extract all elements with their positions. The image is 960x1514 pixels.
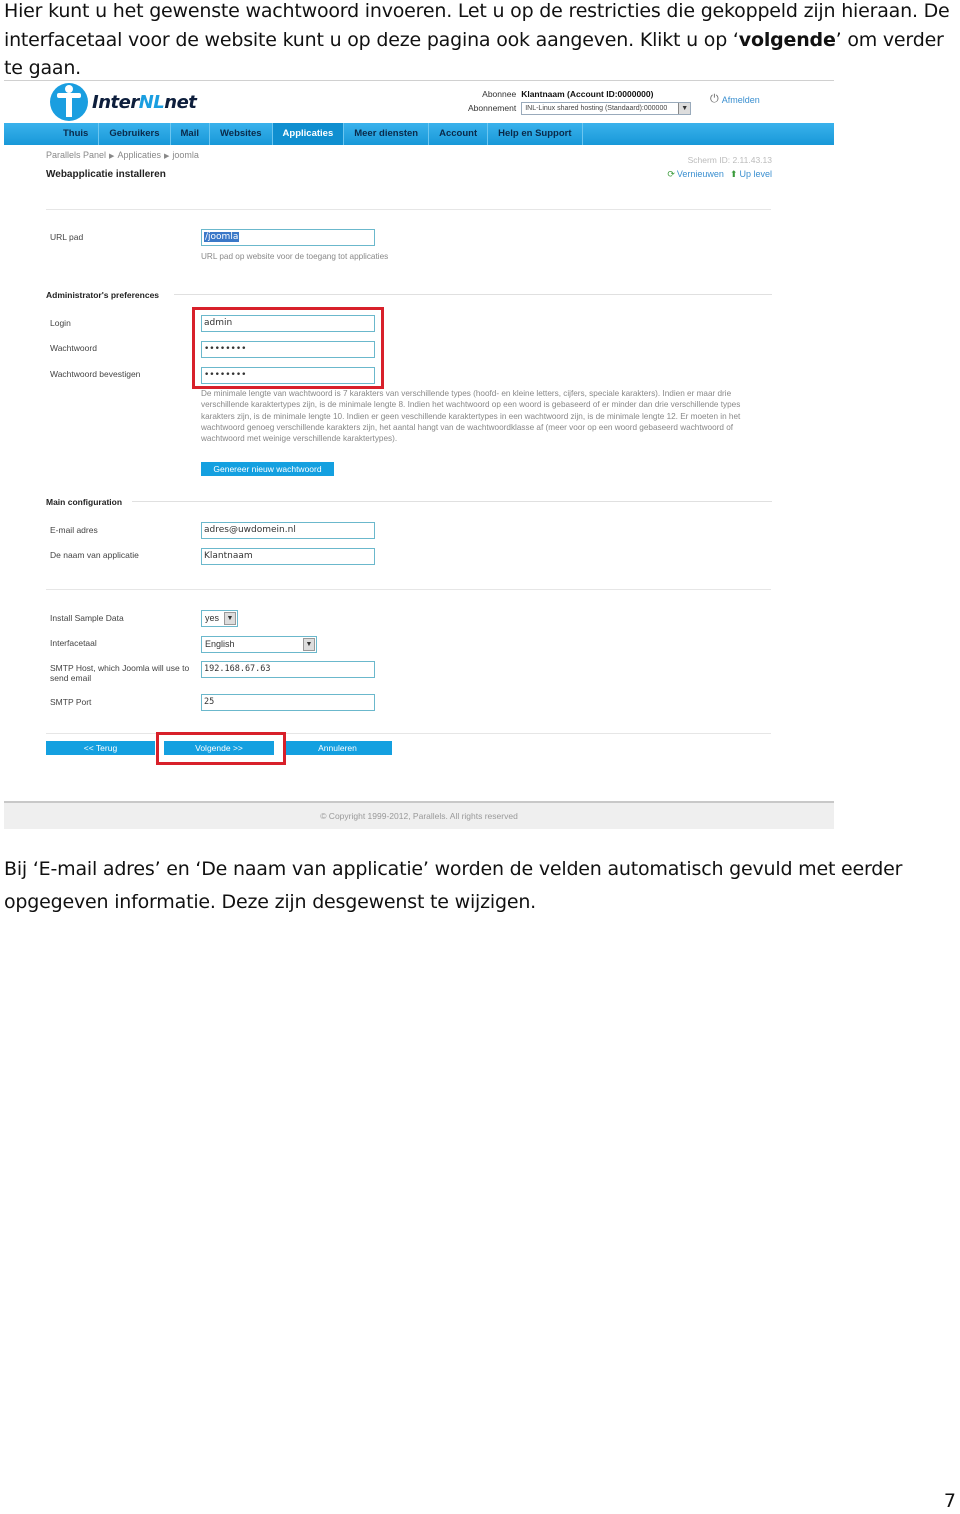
page-title: Webapplicatie installeren	[46, 169, 166, 180]
section-divider	[174, 294, 772, 295]
logo-text: InterNLnet	[92, 91, 197, 113]
refresh-link[interactable]: ⟳ Vernieuwen	[667, 169, 724, 180]
divider	[46, 733, 771, 734]
section-divider	[132, 501, 772, 502]
smtp-host-label: SMTP Host, which Joomla will use to send…	[50, 663, 190, 683]
subscription-label: Abonnement	[468, 103, 517, 113]
sample-data-label: Install Sample Data	[50, 613, 124, 623]
cancel-button[interactable]: Annuleren	[283, 741, 392, 755]
smtp-host-input[interactable]: 192.168.67.63	[201, 661, 375, 678]
email-label: E-mail adres	[50, 525, 98, 535]
logo-icon	[50, 83, 88, 121]
smtp-port-label: SMTP Port	[50, 697, 92, 707]
chevron-right-icon: ▶	[109, 153, 115, 160]
screen-id: Scherm ID: 2.11.43.13	[687, 155, 772, 165]
password-label: Wachtwoord	[50, 343, 97, 353]
nav-item-applicaties[interactable]: Applicaties	[272, 123, 345, 145]
nav-item-account[interactable]: Account	[429, 123, 489, 145]
outro-paragraph: Bij ‘E-mail adres’ en ‘De naam van appli…	[4, 858, 903, 913]
logout-link[interactable]: ⏻ Afmelden	[710, 93, 760, 106]
chevron-down-icon: ▼	[678, 102, 691, 114]
refresh-icon: ⟳	[667, 169, 675, 179]
nav-item-meer-diensten[interactable]: Meer diensten	[344, 123, 430, 145]
back-button[interactable]: << Terug	[46, 741, 155, 755]
footer-copyright: © Copyright 1999-2012, Parallels. All ri…	[4, 801, 834, 829]
panel-screenshot: InterNLnet Abonnee Klantnaam (Account ID…	[4, 80, 834, 829]
password-highlight-box	[192, 307, 384, 389]
intro-paragraph: Hier kunt u het gewenste wachtwoord invo…	[4, 0, 954, 83]
next-highlight-box	[156, 732, 286, 765]
breadcrumb-item[interactable]: joomla	[172, 150, 199, 160]
page-tools: ⟳ Vernieuwen ⬆ Up level	[667, 169, 772, 180]
up-level-link[interactable]: ⬆ Up level	[730, 169, 772, 180]
sample-data-select[interactable]: yes ▼	[201, 610, 238, 627]
breadcrumb-item[interactable]: Parallels Panel	[46, 150, 106, 160]
admin-section-title: Administrator's preferences	[46, 290, 165, 300]
panel-header: InterNLnet Abonnee Klantnaam (Account ID…	[4, 81, 834, 123]
intro-bold-word: volgende	[738, 28, 836, 51]
language-label: Interfacetaal	[50, 638, 97, 648]
subscriber-label: Abonnee	[482, 89, 517, 99]
nav-item-gebruikers[interactable]: Gebruikers	[99, 123, 171, 145]
account-info: Abonnee Klantnaam (Account ID:0000000) A…	[468, 87, 692, 115]
nav-item-help[interactable]: Help en Support	[488, 123, 583, 145]
logo[interactable]: InterNLnet	[50, 83, 210, 121]
login-label: Login	[50, 318, 71, 328]
breadcrumb: Parallels Panel ▶ Applicaties ▶ joomla	[46, 150, 199, 160]
nav-item-mail[interactable]: Mail	[171, 123, 210, 145]
chevron-down-icon: ▼	[224, 612, 236, 625]
power-icon: ⏻	[710, 93, 719, 105]
subscription-select[interactable]: INL-Linux shared hosting (Standaard):000…	[521, 101, 692, 115]
url-help: URL pad op website voor de toegang tot a…	[201, 252, 389, 261]
smtp-port-input[interactable]: 25	[201, 694, 375, 711]
nav-item-websites[interactable]: Websites	[210, 123, 273, 145]
password-help: De minimale lengte van wachtwoord is 7 k…	[201, 389, 741, 444]
main-section-title: Main configuration	[46, 497, 128, 507]
breadcrumb-item[interactable]: Applicaties	[117, 150, 161, 160]
nav-item-thuis[interactable]: Thuis	[51, 123, 100, 145]
up-arrow-icon: ⬆	[729, 169, 738, 179]
divider	[46, 589, 771, 590]
subscriber-value: Klantnaam (Account ID:0000000)	[521, 89, 654, 99]
url-input[interactable]: /joomla	[201, 229, 375, 246]
url-label: URL pad	[50, 232, 84, 242]
confirm-password-label: Wachtwoord bevestigen	[50, 369, 141, 379]
chevron-right-icon: ▶	[163, 153, 170, 160]
appname-input[interactable]: Klantnaam	[201, 548, 375, 565]
main-nav: Thuis Gebruikers Mail Websites Applicati…	[4, 123, 834, 145]
divider	[46, 209, 771, 210]
email-input[interactable]: adres@uwdomein.nl	[201, 522, 375, 539]
appname-label: De naam van applicatie	[50, 550, 139, 560]
page-number: 7	[943, 1490, 956, 1512]
chevron-down-icon: ▼	[303, 638, 315, 651]
language-select[interactable]: English ▼	[201, 636, 317, 653]
generate-password-button[interactable]: Genereer nieuw wachtwoord	[201, 462, 334, 476]
